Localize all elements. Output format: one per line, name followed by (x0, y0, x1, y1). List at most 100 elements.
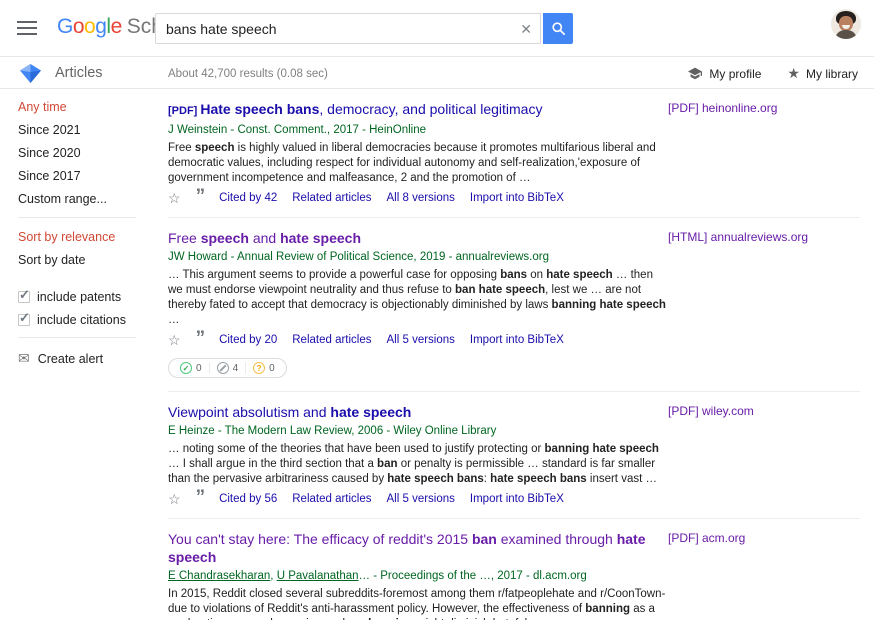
create-alert-button[interactable]: ✉ Create alert (18, 350, 148, 367)
all-versions-link[interactable]: All 5 versions (387, 493, 455, 505)
graduation-cap-icon (687, 67, 703, 81)
cited-by-link[interactable]: Cited by 20 (219, 334, 277, 346)
result-side-link[interactable]: [PDF] heinonline.org (668, 101, 777, 115)
result-title[interactable]: Free speech and hate speech (168, 229, 668, 247)
scholar-gem-icon[interactable] (20, 64, 41, 83)
cited-by-link[interactable]: Cited by 56 (219, 493, 277, 505)
result-authors[interactable]: J Weinstein - Const. Comment., 2017 - He… (168, 123, 668, 138)
search-result: [PDF]Hate speech bans, democracy, and po… (168, 89, 860, 218)
save-star-icon[interactable]: ☆ (168, 192, 181, 204)
sidebar-filter-any-time[interactable]: Any time (18, 100, 148, 115)
scite-count: 0 (196, 363, 202, 374)
results-list: [PDF]Hate speech bans, democracy, and po… (168, 89, 860, 620)
sidebar-filter-since-2017[interactable]: Since 2017 (18, 169, 148, 184)
search-input[interactable] (166, 14, 511, 43)
related-articles-link[interactable]: Related articles (292, 493, 371, 505)
toggle-label: include patents (37, 290, 121, 304)
result-snippet: … noting some of the theories that have … (168, 442, 668, 487)
cite-quotes-icon[interactable]: ” (196, 193, 205, 204)
my-profile-link[interactable]: My profile (687, 65, 761, 82)
tab-articles[interactable]: Articles (55, 65, 103, 81)
side-link-tag: [HTML] (668, 230, 707, 244)
search-result: Free speech and hate speech JW Howard - A… (168, 218, 860, 392)
checkbox-icon: ✓ (18, 314, 30, 326)
scite-count: 0 (269, 363, 275, 374)
all-versions-link[interactable]: All 8 versions (387, 192, 455, 204)
result-snippet: … This argument seems to provide a power… (168, 268, 668, 328)
cite-quotes-icon[interactable]: ” (196, 494, 205, 505)
result-title[interactable]: You can't stay here: The efficacy of red… (168, 530, 668, 566)
result-snippet: Free speech is highly valued in liberal … (168, 141, 668, 186)
pdf-tag: [PDF] (168, 105, 197, 117)
search-result: You can't stay here: The efficacy of red… (168, 519, 860, 620)
related-articles-link[interactable]: Related articles (292, 192, 371, 204)
side-link-tag: [PDF] (668, 531, 699, 545)
google-logo-letters: Google (57, 15, 122, 38)
scite-segment: ✓0 (173, 362, 210, 374)
filters-sidebar: Any time Since 2021 Since 2020 Since 2017 Cu… (18, 100, 148, 367)
result-snippet: In 2015, Reddit closed several subreddit… (168, 587, 668, 620)
related-articles-link[interactable]: Related articles (292, 334, 371, 346)
checkmark-icon: ✓ (19, 287, 30, 303)
scite-mentioning-icon (217, 362, 229, 374)
import-bibtex-link[interactable]: Import into BibTeX (470, 334, 564, 346)
import-bibtex-link[interactable]: Import into BibTeX (470, 493, 564, 505)
sidebar-filter-custom-range-[interactable]: Custom range... (18, 192, 148, 207)
result-actions: ☆ ” Cited by 56 Related articles All 5 versi… (168, 493, 860, 505)
search-box: ✕ (155, 13, 541, 44)
cite-quotes-icon[interactable]: ” (196, 335, 205, 346)
side-link-tag: [PDF] (668, 101, 699, 115)
save-star-icon[interactable]: ☆ (168, 493, 181, 505)
result-title[interactable]: [PDF]Hate speech bans, democracy, and po… (168, 100, 668, 120)
checkbox-icon: ✓ (18, 291, 30, 303)
save-star-icon[interactable]: ☆ (168, 334, 181, 346)
toggle-label: include citations (37, 313, 126, 327)
side-link-tag: [PDF] (668, 404, 699, 418)
create-alert-label: Create alert (38, 352, 103, 366)
scite-segment: ?0 (246, 362, 282, 374)
my-library-label: My library (806, 67, 858, 81)
my-profile-label: My profile (709, 67, 761, 81)
sidebar-filter-since-2021[interactable]: Since 2021 (18, 123, 148, 138)
include-toggles: ✓ include patents ✓ include citations (18, 290, 148, 327)
sidebar-sort-sort-by-date[interactable]: Sort by date (18, 253, 148, 268)
result-side-link[interactable]: [PDF] wiley.com (668, 404, 754, 418)
result-authors[interactable]: E Chandrasekharan, U Pavalanathan… - Pro… (168, 569, 668, 584)
results-stats: About 42,700 results (0.08 sec) (168, 68, 328, 80)
result-side-link[interactable]: [PDF] acm.org (668, 531, 745, 545)
search-button[interactable] (543, 13, 573, 44)
result-authors[interactable]: E Heinze - The Modern Law Review, 2006 -… (168, 424, 668, 439)
result-title[interactable]: Viewpoint absolutism and hate speech (168, 403, 668, 421)
result-actions: ☆ ” Cited by 42 Related articles All 8 versi… (168, 192, 860, 204)
all-versions-link[interactable]: All 5 versions (387, 334, 455, 346)
sidebar-filter-since-2020[interactable]: Since 2020 (18, 146, 148, 161)
toggle-include-patents[interactable]: ✓ include patents (18, 290, 148, 304)
scite-count: 4 (233, 363, 239, 374)
sort-options: Sort by relevance Sort by date (18, 230, 148, 268)
result-actions: ☆ ” Cited by 20 Related articles All 5 versi… (168, 334, 860, 346)
scite-badge[interactable]: ✓04?0 (168, 358, 287, 378)
cited-by-link[interactable]: Cited by 42 (219, 192, 277, 204)
sidebar-sort-sort-by-relevance[interactable]: Sort by relevance (18, 230, 148, 245)
scite-supporting-icon: ✓ (180, 362, 192, 374)
star-filled-icon: ★ (787, 65, 800, 82)
sidebar-divider (18, 337, 136, 338)
search-result: Viewpoint absolutism and hate speech E He… (168, 392, 860, 519)
search-icon (551, 21, 566, 36)
toggle-include-citations[interactable]: ✓ include citations (18, 313, 148, 327)
checkmark-icon: ✓ (19, 310, 30, 326)
clear-search-icon[interactable]: ✕ (520, 21, 532, 37)
avatar-body (835, 30, 857, 39)
my-library-link[interactable]: ★ My library (787, 65, 858, 82)
result-authors[interactable]: JW Howard - Annual Review of Political S… (168, 250, 668, 265)
envelope-icon: ✉ (18, 350, 30, 367)
scholar-results-page: GoogleScholar ✕ Articles About 42,700 re… (0, 0, 874, 620)
import-bibtex-link[interactable]: Import into BibTeX (470, 192, 564, 204)
date-filters: Any time Since 2021 Since 2020 Since 2017 Cu… (18, 100, 148, 207)
avatar[interactable] (831, 9, 861, 39)
scite-contrasting-icon: ? (253, 362, 265, 374)
sub-header: Articles About 42,700 results (0.08 sec)… (0, 58, 874, 89)
sidebar-divider (18, 217, 136, 218)
hamburger-icon[interactable] (17, 21, 37, 35)
result-side-link[interactable]: [HTML] annualreviews.org (668, 230, 808, 244)
